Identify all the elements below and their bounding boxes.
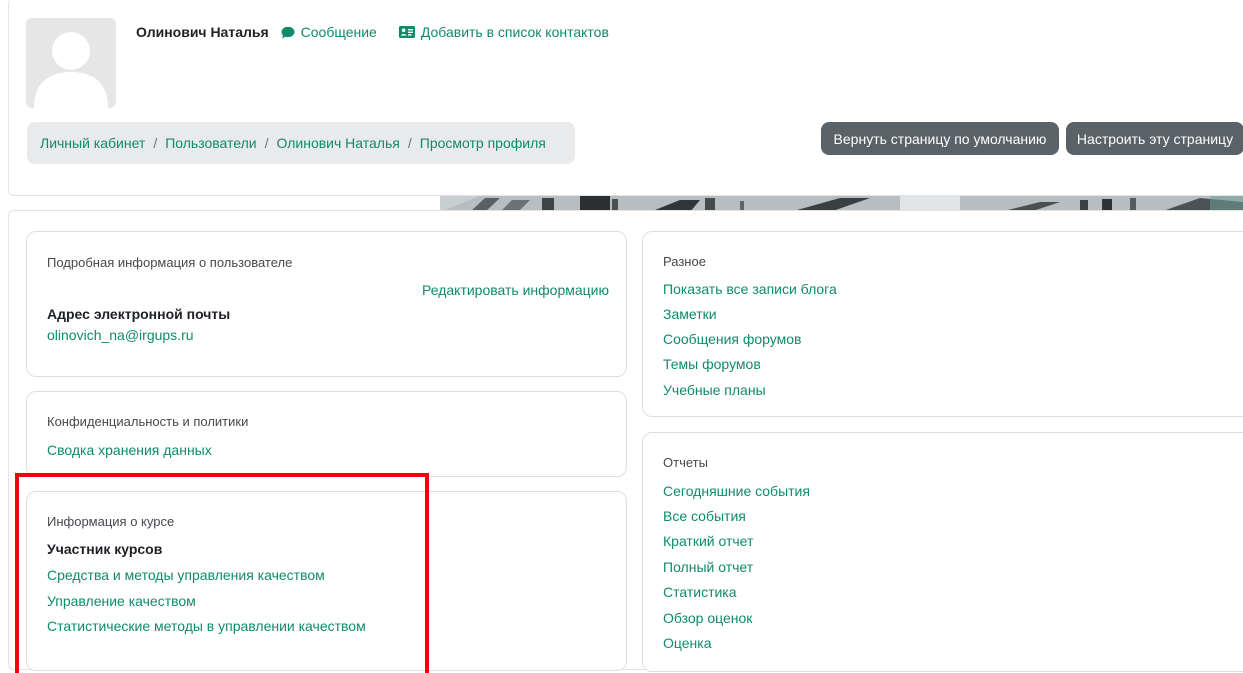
default-user-icon <box>34 32 108 108</box>
breadcrumb-users[interactable]: Пользователи <box>165 135 256 151</box>
course-link[interactable]: Управление качеством <box>47 593 196 609</box>
course-link[interactable]: Средства и методы управления качеством <box>47 567 325 583</box>
course-info-title: Информация о курсе <box>47 514 175 529</box>
breadcrumb-user[interactable]: Олинович Наталья <box>277 135 400 151</box>
statistics-link[interactable]: Статистика <box>663 584 737 600</box>
course-info-block: Информация о курсе Участник курсов Средс… <box>26 491 627 671</box>
grade-link[interactable]: Оценка <box>663 635 712 651</box>
breadcrumb-separator: / <box>153 135 158 151</box>
course-link[interactable]: Статистические методы в управлении качес… <box>47 618 366 634</box>
complete-report-link[interactable]: Полный отчет <box>663 559 753 575</box>
course-participant-label: Участник курсов <box>47 541 163 557</box>
speech-bubble-icon <box>281 26 295 39</box>
misc-title: Разное <box>663 254 706 269</box>
outline-report-link[interactable]: Краткий отчет <box>663 533 753 549</box>
message-link[interactable]: Сообщение <box>281 24 377 40</box>
email-label: Адрес электронной почты <box>47 306 231 322</box>
todays-events-link[interactable]: Сегодняшние события <box>663 483 810 499</box>
add-contact-link[interactable]: Добавить в список контактов <box>398 24 609 40</box>
user-name: Олинович Наталья <box>136 24 269 40</box>
breadcrumb-dashboard[interactable]: Личный кабинет <box>40 135 145 151</box>
privacy-title: Конфиденциальность и политики <box>47 414 249 429</box>
reports-block: Отчеты Сегодняшние события Все события К… <box>642 432 1243 672</box>
address-card-icon <box>398 26 415 38</box>
add-contact-label: Добавить в список контактов <box>420 24 609 40</box>
edit-profile-link[interactable]: Редактировать информацию <box>422 282 609 298</box>
breadcrumb-separator: / <box>407 135 412 151</box>
learning-plans-link[interactable]: Учебные планы <box>663 382 766 398</box>
grades-overview-link[interactable]: Обзор оценок <box>663 610 752 626</box>
breadcrumb-separator: / <box>264 135 269 151</box>
message-label: Сообщение <box>300 24 377 40</box>
forum-discussions-link[interactable]: Темы форумов <box>663 356 761 372</box>
avatar <box>26 18 116 108</box>
breadcrumb-view-profile[interactable]: Просмотр профиля <box>420 135 546 151</box>
privacy-block: Конфиденциальность и политики Сводка хра… <box>26 391 627 477</box>
user-header-line: Олинович Наталья Сообщение Добавить в сп… <box>136 22 609 42</box>
all-events-link[interactable]: Все события <box>663 508 746 524</box>
user-details-title: Подробная информация о пользователе <box>47 255 293 270</box>
email-link[interactable]: olinovich_na@irgups.ru <box>47 327 194 343</box>
blog-entries-link[interactable]: Показать все записи блога <box>663 281 837 297</box>
reports-title: Отчеты <box>663 455 708 470</box>
misc-block: Разное Показать все записи блога Заметки… <box>642 231 1243 417</box>
reset-page-button[interactable]: Вернуть страницу по умолчанию <box>821 122 1059 155</box>
customize-page-button[interactable]: Настроить эту страницу <box>1066 122 1243 155</box>
user-details-block: Подробная информация о пользователе Реда… <box>26 231 627 377</box>
notes-link[interactable]: Заметки <box>663 306 717 322</box>
breadcrumb: Личный кабинет / Пользователи / Олинович… <box>27 122 575 164</box>
data-retention-summary-link[interactable]: Сводка хранения данных <box>47 442 212 458</box>
forum-posts-link[interactable]: Сообщения форумов <box>663 331 802 347</box>
